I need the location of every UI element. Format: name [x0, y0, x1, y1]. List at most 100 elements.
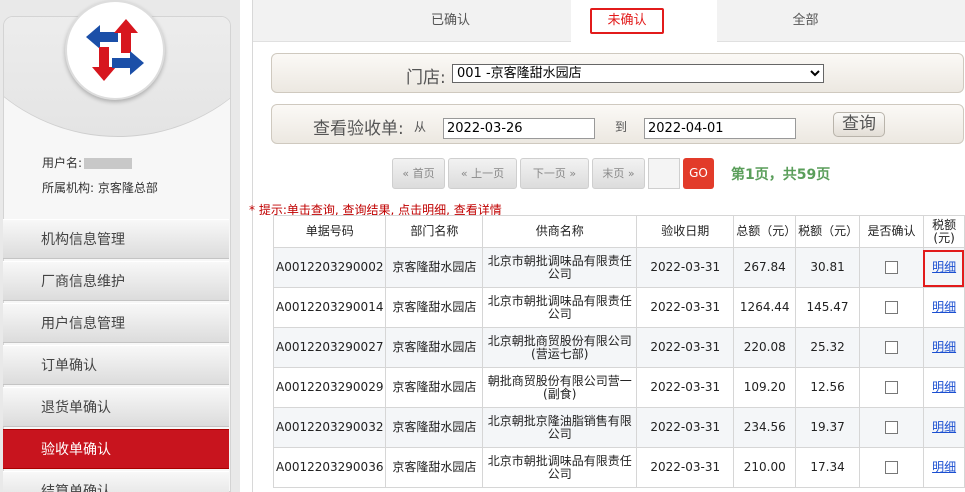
col-header-doc-no: 单据号码	[272, 215, 387, 248]
table-row: A0012203290027 京客隆甜水园店 北京朝批商贸股份有限公司(营运七部…	[272, 327, 965, 368]
cell-confirm	[858, 247, 925, 288]
cell-date: 2022-03-31	[636, 247, 735, 288]
col-header-tax: 税额（元）	[795, 215, 860, 248]
cell-doc-no: A0012203290002	[272, 247, 387, 288]
cell-total: 210.00	[733, 447, 797, 488]
cell-date: 2022-03-31	[636, 287, 735, 328]
cell-doc-no: A0012203290032	[272, 407, 387, 448]
pager-prev-button[interactable]: « 上一页	[448, 158, 517, 189]
confirm-checkbox[interactable]	[885, 301, 899, 314]
col-header-supplier: 供商名称	[482, 215, 638, 248]
cell-supplier: 朝批商贸股份有限公司营一(副食)	[482, 367, 638, 408]
cell-confirm	[858, 367, 925, 408]
pager-first-button[interactable]: « 首页	[392, 158, 445, 189]
app-logo	[65, 0, 165, 100]
confirm-checkbox[interactable]	[885, 261, 899, 274]
confirm-checkbox[interactable]	[885, 421, 899, 434]
cell-confirm	[858, 447, 925, 488]
cell-dept: 京客隆甜水园店	[385, 447, 484, 488]
org-row: 所属机构: 京客隆总部	[42, 179, 158, 196]
cell-tax: 30.81	[795, 247, 860, 288]
exchange-arrows-icon	[86, 19, 144, 81]
cell-dept: 京客隆甜水园店	[385, 287, 484, 328]
user-name-masked	[84, 158, 133, 169]
pager-last-button[interactable]: 末页 »	[592, 158, 645, 189]
confirm-checkbox[interactable]	[885, 381, 899, 394]
cell-supplier: 北京市朝批调味品有限责任公司	[482, 447, 638, 488]
cell-date: 2022-03-31	[636, 367, 735, 408]
pager-next-label: 下一页	[532, 167, 566, 180]
status-tabs: 已确认 未确认 全部	[253, 0, 965, 42]
tab-unconfirmed[interactable]: 未确认	[590, 8, 664, 34]
cell-supplier: 北京市朝批调味品有限责任公司	[482, 247, 638, 288]
receipt-table: 单据号码 部门名称 供商名称 验收日期 总额（元） 税额（元） 是否确认 税额(…	[272, 215, 965, 488]
confirm-checkbox[interactable]	[885, 461, 899, 474]
cell-dept: 京客隆甜水园店	[385, 367, 484, 408]
pager-last-label: 末页	[602, 167, 625, 180]
menu-receipt-confirm[interactable]: 验收单确认	[3, 429, 229, 469]
cell-tax: 25.32	[795, 327, 860, 368]
cell-doc-no: A0012203290036	[272, 447, 387, 488]
table-row: A0012203290014 京客隆甜水园店 北京市朝批调味品有限责任公司 20…	[272, 287, 965, 328]
cell-total: 220.08	[733, 327, 797, 368]
col-header-date: 验收日期	[636, 215, 735, 248]
query-button[interactable]: 查询	[833, 112, 885, 137]
store-filter-bar: 门店: 001 -京客隆甜水园店	[271, 53, 964, 93]
org-label: 所属机构:	[42, 181, 95, 195]
table-row: A0012203290036 京客隆甜水园店 北京市朝批调味品有限责任公司 20…	[272, 447, 965, 488]
detail-link[interactable]: 明细	[932, 340, 956, 354]
tab-all[interactable]: 全部	[733, 0, 878, 42]
cell-dept: 京客隆甜水园店	[385, 407, 484, 448]
cell-date: 2022-03-31	[636, 447, 735, 488]
col-header-confirmed: 是否确认	[858, 215, 925, 248]
cell-detail: 明细	[923, 407, 965, 448]
table-row: A0012203290029 京客隆甜水园店 朝批商贸股份有限公司营一(副食) …	[272, 367, 965, 408]
detail-link[interactable]: 明细	[932, 460, 956, 474]
store-select[interactable]: 001 -京客隆甜水园店	[452, 64, 824, 83]
pager-page-input[interactable]	[648, 158, 680, 189]
cell-supplier: 北京朝批商贸股份有限公司(营运七部)	[482, 327, 638, 368]
menu-vendor-maintenance[interactable]: 厂商信息维护	[3, 261, 229, 301]
detail-link[interactable]: 明细	[932, 380, 956, 394]
cell-dept: 京客隆甜水园店	[385, 247, 484, 288]
cell-tax: 19.37	[795, 407, 860, 448]
menu-org-management[interactable]: 机构信息管理	[3, 219, 229, 259]
date-to-input[interactable]	[644, 118, 796, 139]
store-label: 门店:	[406, 68, 446, 88]
cell-date: 2022-03-31	[636, 327, 735, 368]
cell-doc-no: A0012203290027	[272, 327, 387, 368]
cell-tax: 17.34	[795, 447, 860, 488]
menu-return-confirm[interactable]: 退货单确认	[3, 387, 229, 427]
cell-doc-no: A0012203290029	[272, 367, 387, 408]
cell-tax: 12.56	[795, 367, 860, 408]
tab-confirmed[interactable]: 已确认	[378, 0, 523, 42]
double-chevron-left-icon: «	[402, 167, 410, 180]
cell-confirm	[858, 327, 925, 368]
menu-user-management[interactable]: 用户信息管理	[3, 303, 229, 343]
cell-total: 109.20	[733, 367, 797, 408]
double-chevron-left-icon: «	[460, 167, 468, 180]
cell-total: 1264.44	[733, 287, 797, 328]
menu-settlement-confirm[interactable]: 结算单确认	[3, 471, 229, 492]
detail-link[interactable]: 明细	[932, 300, 956, 314]
cell-confirm	[858, 407, 925, 448]
receipt-search-label: 查看验收单:	[313, 119, 404, 139]
detail-link[interactable]: 明细	[932, 420, 956, 434]
cell-date: 2022-03-31	[636, 407, 735, 448]
cell-supplier: 北京朝批京隆油脂销售有限公司	[482, 407, 638, 448]
pager-next-button[interactable]: 下一页 »	[520, 158, 589, 189]
confirm-checkbox[interactable]	[885, 341, 899, 354]
pager-go-button[interactable]: GO	[683, 158, 714, 189]
main-content: 已确认 未确认 全部 门店: 001 -京客隆甜水园店 查看验收单: 从 到 查…	[249, 0, 965, 492]
user-name-row: 用户名:	[42, 154, 133, 171]
date-filter-bar: 查看验收单: 从 到 查询	[271, 104, 964, 144]
sidebar: 用户名: 所属机构: 京客隆总部 机构信息管理 厂商信息维护 用户信息管理 订单…	[0, 0, 240, 492]
page-info: 第1页，共59页	[731, 167, 831, 183]
user-name-label: 用户名:	[42, 156, 83, 170]
table-row: A0012203290002 京客隆甜水园店 北京市朝批调味品有限责任公司 20…	[272, 247, 965, 288]
date-from-input[interactable]	[443, 118, 595, 139]
menu-order-confirm[interactable]: 订单确认	[3, 345, 229, 385]
date-from-label: 从	[414, 120, 427, 134]
detail-highlight-box	[923, 250, 964, 287]
cell-confirm	[858, 287, 925, 328]
